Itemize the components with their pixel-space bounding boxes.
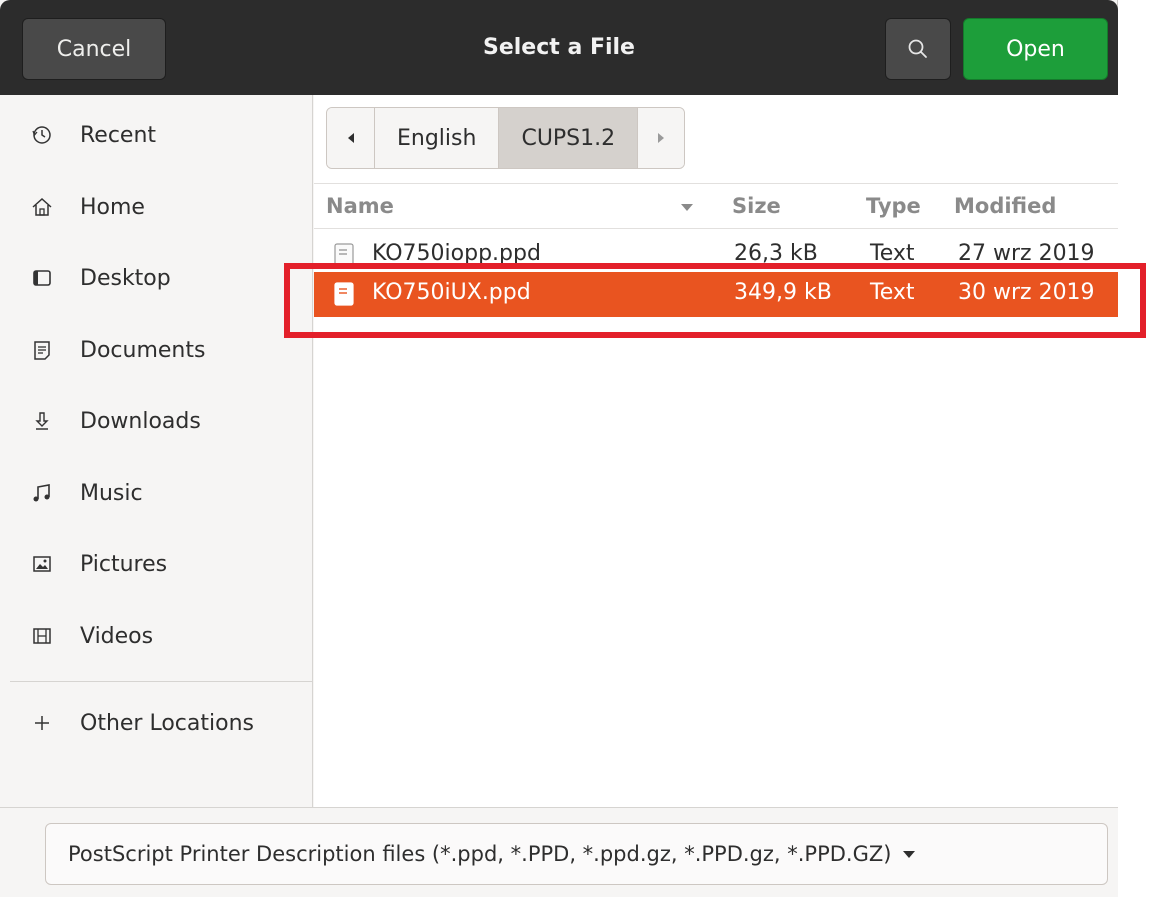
filter-label: PostScript Printer Description files (*.… — [68, 842, 892, 866]
places-sidebar: Recent Home Desktop Documents Downloads — [0, 95, 313, 807]
clock-icon — [30, 123, 54, 147]
column-modified[interactable]: Modified — [954, 194, 1056, 218]
cancel-button[interactable]: Cancel — [22, 18, 166, 80]
sidebar-item-other-locations[interactable]: Other Locations — [0, 693, 313, 753]
sidebar-item-recent[interactable]: Recent — [0, 105, 313, 165]
sidebar-item-downloads[interactable]: Downloads — [0, 391, 313, 451]
chevron-left-icon — [347, 133, 354, 143]
sidebar-item-documents[interactable]: Documents — [0, 320, 313, 380]
desktop-icon — [30, 266, 54, 290]
sidebar-item-desktop[interactable]: Desktop — [0, 248, 313, 308]
chevron-right-icon — [658, 133, 665, 143]
sidebar-item-label: Downloads — [80, 408, 201, 434]
header-bar: Cancel Select a File Open — [0, 0, 1118, 95]
home-icon — [30, 195, 54, 219]
sidebar-item-label: Music — [80, 480, 143, 506]
annotation-highlight-box — [284, 263, 1146, 338]
filter-bar: PostScript Printer Description files (*.… — [0, 807, 1118, 897]
pictures-icon — [30, 552, 54, 576]
column-type[interactable]: Type — [866, 194, 921, 218]
sidebar-item-label: Desktop — [80, 265, 171, 291]
sidebar-separator — [10, 681, 313, 682]
sidebar-item-label: Videos — [80, 623, 154, 649]
search-icon — [908, 39, 927, 58]
column-header: Name Size Type Modified — [314, 183, 1118, 229]
sidebar-item-pictures[interactable]: Pictures — [0, 534, 313, 594]
sidebar-item-label: Other Locations — [80, 710, 254, 736]
open-button[interactable]: Open — [963, 18, 1108, 80]
column-size[interactable]: Size — [732, 194, 781, 218]
path-segment-english[interactable]: English — [375, 108, 500, 168]
music-icon — [30, 481, 54, 505]
sidebar-item-label: Home — [80, 194, 145, 220]
videos-icon — [30, 624, 54, 648]
chevron-down-icon — [903, 850, 916, 858]
sidebar-item-music[interactable]: Music — [0, 463, 313, 523]
sidebar-item-label: Pictures — [80, 551, 168, 577]
file-chooser-dialog: Cancel Select a File Open Recent Home De… — [0, 0, 1118, 897]
column-name[interactable]: Name — [326, 194, 394, 218]
sidebar-item-home[interactable]: Home — [0, 177, 313, 237]
file-list-area: English CUPS1.2 Name Size Type Modified … — [314, 95, 1118, 807]
sidebar-item-label: Documents — [80, 337, 206, 363]
documents-icon — [30, 338, 54, 362]
sort-descending-icon — [681, 204, 693, 211]
path-back-button[interactable] — [327, 108, 375, 168]
path-forward-button[interactable] — [638, 108, 685, 168]
download-icon — [30, 409, 54, 433]
file-type-filter-dropdown[interactable]: PostScript Printer Description files (*.… — [45, 823, 1108, 885]
sidebar-item-label: Recent — [80, 122, 157, 148]
path-bar: English CUPS1.2 — [326, 107, 686, 169]
search-button[interactable] — [885, 18, 951, 80]
plus-icon — [30, 711, 54, 735]
path-segment-cups[interactable]: CUPS1.2 — [499, 108, 639, 168]
sidebar-item-videos[interactable]: Videos — [0, 606, 313, 666]
